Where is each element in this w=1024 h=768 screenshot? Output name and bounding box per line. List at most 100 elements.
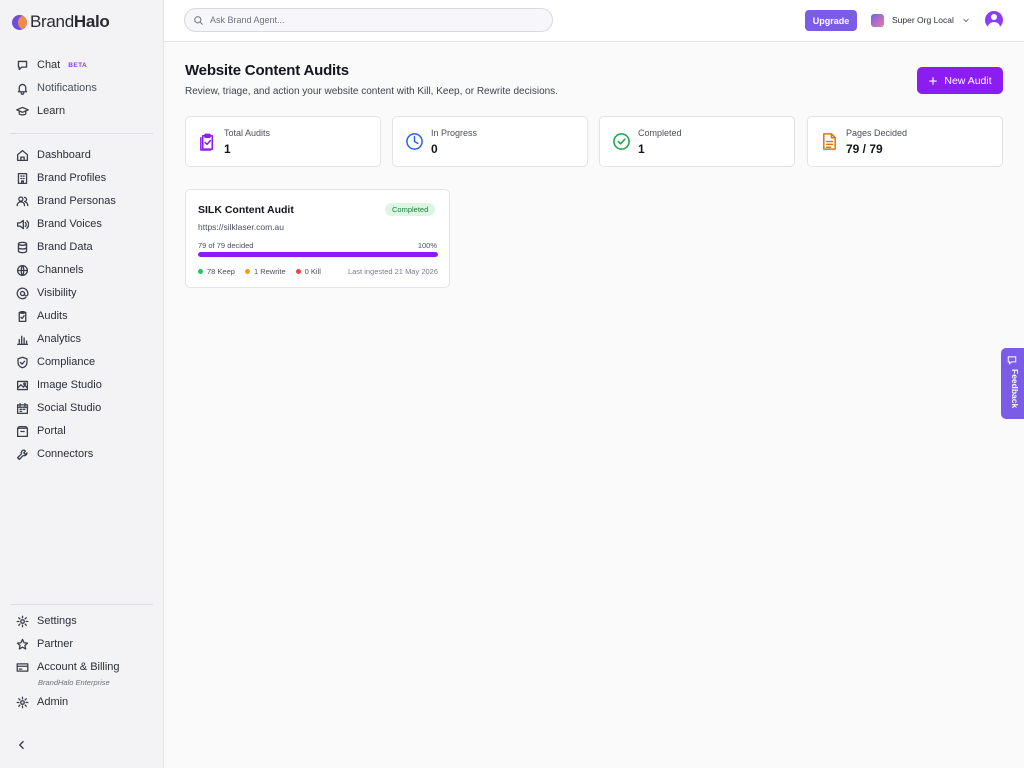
sidebar-item-partner[interactable]: Partner — [16, 634, 73, 654]
sidebar-item-label: Social Studio — [37, 402, 102, 414]
shield-check-icon — [17, 356, 28, 368]
brand-name-light: Brand — [30, 12, 74, 31]
home-icon — [16, 149, 29, 161]
portal-icon — [16, 425, 29, 437]
sidebar-item-brand-profiles[interactable]: Brand Profiles — [16, 168, 106, 188]
stat-value: 1 — [638, 142, 645, 156]
sidebar: BrandHalo Chat BETA Notifications Learn … — [0, 0, 164, 768]
chevron-down-icon — [963, 18, 969, 23]
keep-label: 78 Keep — [207, 266, 235, 276]
org-switcher[interactable]: Super Org Local — [871, 12, 970, 28]
sidebar-item-notifications[interactable]: Notifications — [16, 78, 97, 98]
topbar: Upgrade Super Org Local — [164, 0, 1024, 42]
stat-total-audits: Total Audits 1 — [185, 116, 381, 167]
plus-icon — [929, 76, 938, 85]
user-avatar[interactable] — [985, 11, 1003, 29]
check-circle-icon — [613, 133, 630, 150]
sidebar-item-label: Audits — [37, 310, 68, 322]
graduation-cap-icon — [16, 106, 29, 116]
sidebar-item-label: Channels — [37, 264, 84, 276]
sidebar-item-label: Notifications — [37, 82, 97, 94]
search-box[interactable] — [184, 8, 553, 32]
brand-logo[interactable]: BrandHalo — [12, 11, 110, 33]
sidebar-item-channels[interactable]: Channels — [16, 260, 83, 280]
search-input[interactable] — [210, 15, 530, 25]
new-audit-button[interactable]: New Audit — [917, 67, 1003, 94]
beta-badge: BETA — [68, 61, 88, 69]
plan-name: BrandHalo Enterprise — [38, 678, 110, 687]
audit-title: SILK Content Audit — [198, 204, 294, 216]
progress-percent: 100% — [417, 241, 437, 250]
sidebar-item-social-studio[interactable]: Social Studio — [16, 398, 101, 418]
sidebar-item-account-billing[interactable]: Account & Billing — [16, 657, 120, 677]
clipboard-icon — [18, 310, 27, 322]
stat-in-progress: In Progress 0 — [392, 116, 588, 167]
org-avatar — [871, 13, 884, 27]
stat-value: 79 / 79 — [846, 142, 883, 156]
calendar-icon — [16, 402, 29, 414]
chat-icon — [17, 60, 28, 70]
speaker-icon — [16, 219, 29, 229]
gear-icon — [16, 696, 29, 708]
page-subtitle: Review, triage, and action your website … — [185, 86, 558, 97]
sidebar-item-chat[interactable]: Chat BETA — [16, 55, 87, 75]
keep-count: 78 Keep — [198, 267, 235, 276]
collapse-sidebar-button[interactable] — [16, 738, 30, 752]
sidebar-item-analytics[interactable]: Analytics — [16, 329, 81, 349]
sidebar-item-brand-personas[interactable]: Brand Personas — [16, 191, 116, 211]
sidebar-item-learn[interactable]: Learn — [16, 101, 65, 121]
sidebar-item-brand-voices[interactable]: Brand Voices — [16, 214, 102, 234]
building-icon — [17, 172, 28, 184]
sidebar-item-audits[interactable]: Audits — [16, 306, 68, 326]
status-badge: Completed — [385, 203, 436, 216]
sidebar-item-connectors[interactable]: Connectors — [16, 444, 93, 464]
sidebar-item-label: Brand Data — [37, 241, 93, 253]
kill-count: 0 Kill — [295, 267, 321, 276]
audit-card[interactable]: SILK Content Audit Completed https://sil… — [185, 189, 450, 288]
sidebar-item-label: Brand Voices — [37, 218, 102, 230]
chevron-left-icon — [18, 740, 24, 750]
sidebar-item-admin[interactable]: Admin — [16, 692, 68, 712]
progress-bar — [198, 252, 438, 257]
sidebar-item-label: Account & Billing — [37, 661, 120, 673]
sidebar-item-dashboard[interactable]: Dashboard — [16, 145, 91, 165]
sidebar-item-label: Portal — [37, 425, 66, 437]
sidebar-item-brand-data[interactable]: Brand Data — [16, 237, 93, 257]
database-icon — [17, 241, 28, 253]
audit-url: https://silklaser.com.au — [198, 222, 284, 232]
sidebar-item-label: Learn — [37, 105, 66, 117]
wrench-icon — [16, 448, 28, 460]
upgrade-button[interactable]: Upgrade — [805, 10, 857, 31]
message-icon — [1007, 356, 1017, 365]
stat-value: 0 — [431, 142, 438, 156]
decision-legend: 78 Keep 1 Rewrite 0 Kill Last ingested 2… — [198, 266, 438, 276]
star-icon — [16, 638, 29, 650]
sidebar-item-label: Compliance — [37, 356, 96, 368]
users-icon — [16, 195, 29, 206]
sidebar-item-label: Brand Personas — [37, 195, 116, 207]
stat-label: Total Audits — [224, 128, 271, 138]
bell-icon — [17, 83, 28, 95]
keep-dot — [198, 268, 203, 274]
sidebar-item-label: Settings — [37, 615, 77, 627]
sidebar-item-visibility[interactable]: Visibility — [16, 283, 77, 303]
feedback-tab[interactable]: Feedback — [1001, 348, 1024, 419]
sidebar-item-compliance[interactable]: Compliance — [16, 352, 95, 372]
sidebar-item-label: Dashboard — [37, 149, 91, 161]
sidebar-divider — [10, 133, 153, 134]
brand-logo-icon — [12, 14, 27, 30]
rewrite-count: 1 Rewrite — [244, 266, 286, 276]
kill-dot — [295, 268, 301, 274]
sidebar-item-label: Brand Profiles — [37, 172, 107, 184]
bar-chart-icon — [16, 335, 29, 345]
gear-icon — [16, 615, 29, 627]
stat-label: Completed — [638, 128, 682, 138]
sidebar-item-label: Visibility — [37, 287, 77, 299]
globe-icon — [16, 264, 29, 276]
sidebar-item-portal[interactable]: Portal — [16, 421, 66, 441]
sidebar-item-label: Chat — [37, 59, 61, 71]
sidebar-item-settings[interactable]: Settings — [16, 611, 77, 631]
clock-icon — [406, 133, 423, 150]
rewrite-label: 1 Rewrite — [253, 266, 286, 276]
sidebar-item-image-studio[interactable]: Image Studio — [16, 375, 102, 395]
